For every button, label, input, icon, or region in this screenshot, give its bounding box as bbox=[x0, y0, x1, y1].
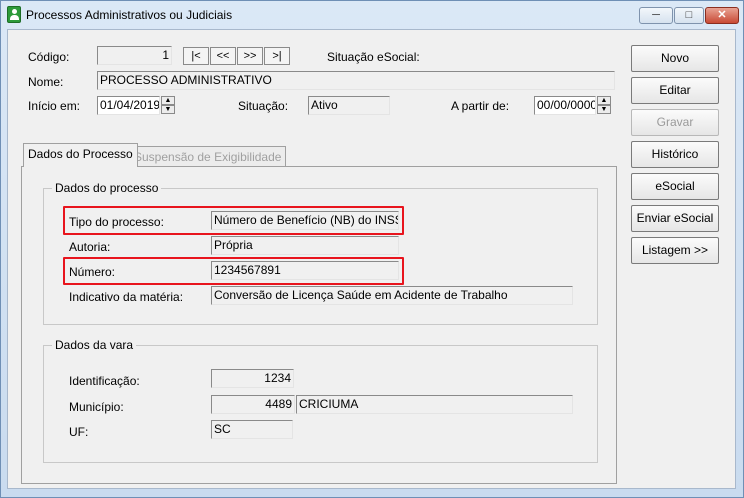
autoria-label: Autoria: bbox=[69, 240, 111, 254]
nome-label: Nome: bbox=[28, 75, 64, 89]
tab-dados-processo[interactable]: Dados do Processo bbox=[23, 143, 138, 167]
a-partir-label: A partir de: bbox=[451, 99, 510, 113]
inicio-label: Início em: bbox=[28, 99, 81, 113]
a-partir-date-spinner[interactable]: ▲ ▼ bbox=[597, 96, 611, 115]
situacao-field: Ativo bbox=[308, 96, 390, 115]
highlight-numero bbox=[63, 257, 404, 285]
close-button[interactable]: ✕ bbox=[705, 7, 739, 24]
dados-vara-group-title: Dados da vara bbox=[52, 338, 137, 352]
codigo-field[interactable]: 1 bbox=[97, 46, 172, 65]
gravar-button[interactable]: Gravar bbox=[631, 109, 719, 136]
identificacao-label: Identificação: bbox=[69, 374, 140, 388]
spin-down-icon[interactable]: ▼ bbox=[161, 105, 175, 114]
nav-last-button[interactable]: >| bbox=[264, 47, 290, 65]
maximize-button[interactable]: □ bbox=[674, 7, 704, 24]
municipio-name-field: CRICIUMA bbox=[296, 395, 573, 414]
spin-up-icon[interactable]: ▲ bbox=[161, 96, 175, 105]
nome-field[interactable]: PROCESSO ADMINISTRATIVO bbox=[97, 71, 615, 90]
indicativo-materia-label: Indicativo da matéria: bbox=[69, 290, 184, 304]
editar-button[interactable]: Editar bbox=[631, 77, 719, 104]
spin-down-icon[interactable]: ▼ bbox=[597, 105, 611, 114]
situacao-esocial-label: Situação eSocial: bbox=[327, 50, 420, 64]
nav-next-button[interactable]: >> bbox=[237, 47, 263, 65]
a-partir-date-field[interactable]: 00/00/0000 bbox=[534, 96, 596, 115]
autoria-field[interactable]: Própria bbox=[211, 236, 399, 255]
title-bar[interactable]: Processos Administrativos ou Judiciais ─… bbox=[1, 1, 743, 29]
inicio-date-field[interactable]: 01/04/2019 bbox=[97, 96, 160, 115]
codigo-label: Código: bbox=[28, 50, 70, 64]
tab-suspensao-exigibilidade[interactable]: Suspensão de Exigibilidade bbox=[129, 146, 287, 166]
app-user-icon bbox=[7, 6, 21, 23]
nav-prev-button[interactable]: << bbox=[210, 47, 236, 65]
inicio-date-spinner[interactable]: ▲ ▼ bbox=[161, 96, 175, 115]
municipio-code-field[interactable]: 4489 bbox=[211, 395, 295, 414]
novo-button[interactable]: Novo bbox=[631, 45, 719, 72]
spin-up-icon[interactable]: ▲ bbox=[597, 96, 611, 105]
uf-field[interactable]: SC bbox=[211, 420, 293, 439]
nav-first-button[interactable]: |< bbox=[183, 47, 209, 65]
enviar-esocial-button[interactable]: Enviar eSocial bbox=[631, 205, 719, 232]
dados-processo-group-title: Dados do processo bbox=[52, 181, 162, 195]
minimize-button[interactable]: ─ bbox=[639, 7, 673, 24]
window-title: Processos Administrativos ou Judiciais bbox=[26, 8, 233, 22]
uf-label: UF: bbox=[69, 425, 89, 439]
municipio-label: Município: bbox=[69, 400, 124, 414]
historico-button[interactable]: Histórico bbox=[631, 141, 719, 168]
esocial-button[interactable]: eSocial bbox=[631, 173, 719, 200]
identificacao-field[interactable]: 1234 bbox=[211, 369, 294, 388]
listagem-button[interactable]: Listagem >> bbox=[631, 237, 719, 264]
highlight-tipo-processo bbox=[63, 206, 404, 235]
indicativo-materia-field[interactable]: Conversão de Licença Saúde em Acidente d… bbox=[211, 286, 573, 305]
situacao-label: Situação: bbox=[238, 99, 289, 113]
